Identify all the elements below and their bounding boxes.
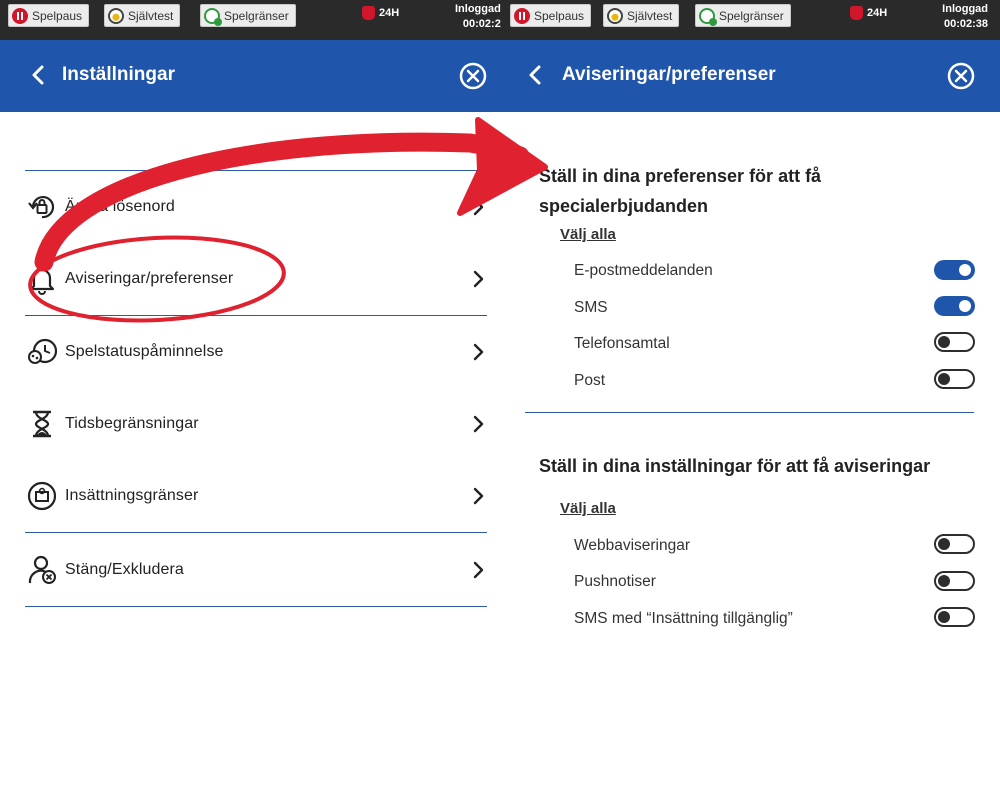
page-title: Inställningar (62, 64, 175, 85)
game-limits-icon (699, 7, 717, 26)
pref-phone-toggle[interactable] (934, 332, 975, 352)
game-limits-icon (204, 7, 222, 26)
hand-stop-icon (850, 6, 863, 20)
settings-item-notifications[interactable]: Aviseringar/preferenser (25, 259, 487, 299)
settings-item-status-reminder[interactable]: Spelstatuspåminnelse (25, 332, 487, 372)
settings-header: Inställningar (0, 40, 507, 112)
notifications-header: Aviseringar/preferenser (507, 40, 1000, 112)
select-all-offers-link[interactable]: Välj alla (560, 226, 616, 243)
self-test-label: Självtest (627, 8, 673, 23)
deposit-limit-icon (25, 476, 65, 516)
settings-item-change-password[interactable]: Ändra lösenord (25, 187, 487, 227)
pause-label: Spelpaus (32, 8, 83, 23)
close-icon[interactable] (946, 61, 976, 91)
chevron-right-icon (473, 343, 484, 361)
24h-label: 24H (379, 7, 400, 19)
chevron-right-icon (473, 270, 484, 288)
settings-item-label: Tidsbegränsningar (65, 415, 199, 432)
offers-title-line1: Ställ in dina preferenser för att få (539, 166, 822, 186)
divider (25, 606, 487, 607)
pref-sms-toggle[interactable] (934, 296, 975, 316)
chevron-right-icon (473, 487, 484, 505)
self-test-button[interactable]: Självtest (603, 4, 680, 27)
pref-email-label: E-postmeddelanden (574, 262, 713, 279)
settings-item-label: Stäng/Exkludera (65, 561, 184, 578)
gauge-icon (108, 7, 124, 24)
chevron-right-icon (473, 561, 484, 579)
self-test-label: Självtest (128, 8, 174, 23)
pref-web-toggle[interactable] (934, 534, 975, 554)
settings-item-label: Ändra lösenord (65, 198, 175, 215)
login-status: Inloggad 00:02:38 (942, 2, 988, 32)
login-status-label: Inloggad (455, 3, 501, 15)
page-title: Aviseringar/preferenser (562, 64, 776, 85)
pref-phone-label: Telefonsamtal (574, 335, 670, 352)
close-exclude-icon (25, 550, 65, 590)
game-status-reminder-icon (25, 332, 65, 372)
settings-item-deposit-limits[interactable]: Insättningsgränser (25, 476, 487, 516)
game-limits-label: Spelgränser (719, 8, 784, 23)
pause-label: Spelpaus (534, 8, 585, 23)
top-toolbar: Spelpaus Självtest Spelgränser 24H Inlog… (507, 0, 1000, 40)
chevron-right-icon (473, 415, 484, 433)
pref-sms-deposit-label: SMS med “Insättning tillgänglig” (574, 610, 793, 627)
login-status-label: Inloggad (942, 3, 988, 15)
offers-title-line2: specialerbjudanden (539, 196, 709, 216)
hand-stop-icon (362, 6, 375, 20)
pref-email-toggle[interactable] (934, 260, 975, 280)
login-status: Inloggad 00:02:2 (455, 2, 501, 32)
offers-section-title: Ställ in dina preferenser för att få spe… (539, 161, 821, 221)
pref-post-toggle[interactable] (934, 369, 975, 389)
hourglass-icon (25, 404, 65, 444)
pref-sms-deposit-toggle[interactable] (934, 607, 975, 627)
game-limits-button[interactable]: Spelgränser (200, 4, 296, 27)
top-toolbar: Spelpaus Självtest Spelgränser 24H Inlog… (0, 0, 507, 40)
divider (25, 170, 487, 171)
pref-sms-label: SMS (574, 299, 608, 316)
chevron-right-icon (473, 198, 484, 216)
back-arrow-icon[interactable] (28, 60, 48, 90)
pause-button[interactable]: Spelpaus (510, 4, 592, 27)
gauge-icon (607, 7, 623, 24)
settings-item-label: Insättningsgränser (65, 487, 199, 504)
24h-label: 24H (867, 7, 888, 19)
24h-badge[interactable]: 24H (362, 6, 399, 20)
password-reset-icon (25, 187, 65, 227)
divider (525, 412, 974, 413)
pause-icon (12, 7, 28, 24)
bell-icon (25, 259, 65, 299)
pref-push-toggle[interactable] (934, 571, 975, 591)
settings-item-close-exclude[interactable]: Stäng/Exkludera (25, 550, 487, 590)
pref-push-label: Pushnotiser (574, 573, 656, 590)
game-limits-button[interactable]: Spelgränser (695, 4, 791, 27)
pause-icon (514, 7, 530, 24)
select-all-alerts-link[interactable]: Välj alla (560, 500, 616, 517)
divider (25, 315, 487, 316)
divider (25, 532, 487, 533)
alerts-section-title: Ställ in dina inställningar för att få a… (539, 456, 931, 476)
settings-screen: Spelpaus Självtest Spelgränser 24H Inlog… (0, 0, 507, 800)
close-icon[interactable] (458, 61, 488, 91)
notifications-screen: Spelpaus Självtest Spelgränser 24H Inlog… (507, 0, 1000, 800)
session-timer: 00:02:2 (462, 18, 501, 30)
self-test-button[interactable]: Självtest (104, 4, 181, 27)
session-timer: 00:02:38 (943, 18, 988, 30)
pref-post-label: Post (574, 372, 606, 389)
back-arrow-icon[interactable] (525, 60, 545, 90)
settings-item-time-limits[interactable]: Tidsbegränsningar (25, 404, 487, 444)
settings-item-label: Spelstatuspåminnelse (65, 343, 224, 360)
pause-button[interactable]: Spelpaus (8, 4, 90, 27)
settings-item-label: Aviseringar/preferenser (65, 270, 234, 287)
pref-web-label: Webbaviseringar (574, 537, 691, 554)
24h-badge[interactable]: 24H (850, 6, 887, 20)
game-limits-label: Spelgränser (224, 8, 289, 23)
